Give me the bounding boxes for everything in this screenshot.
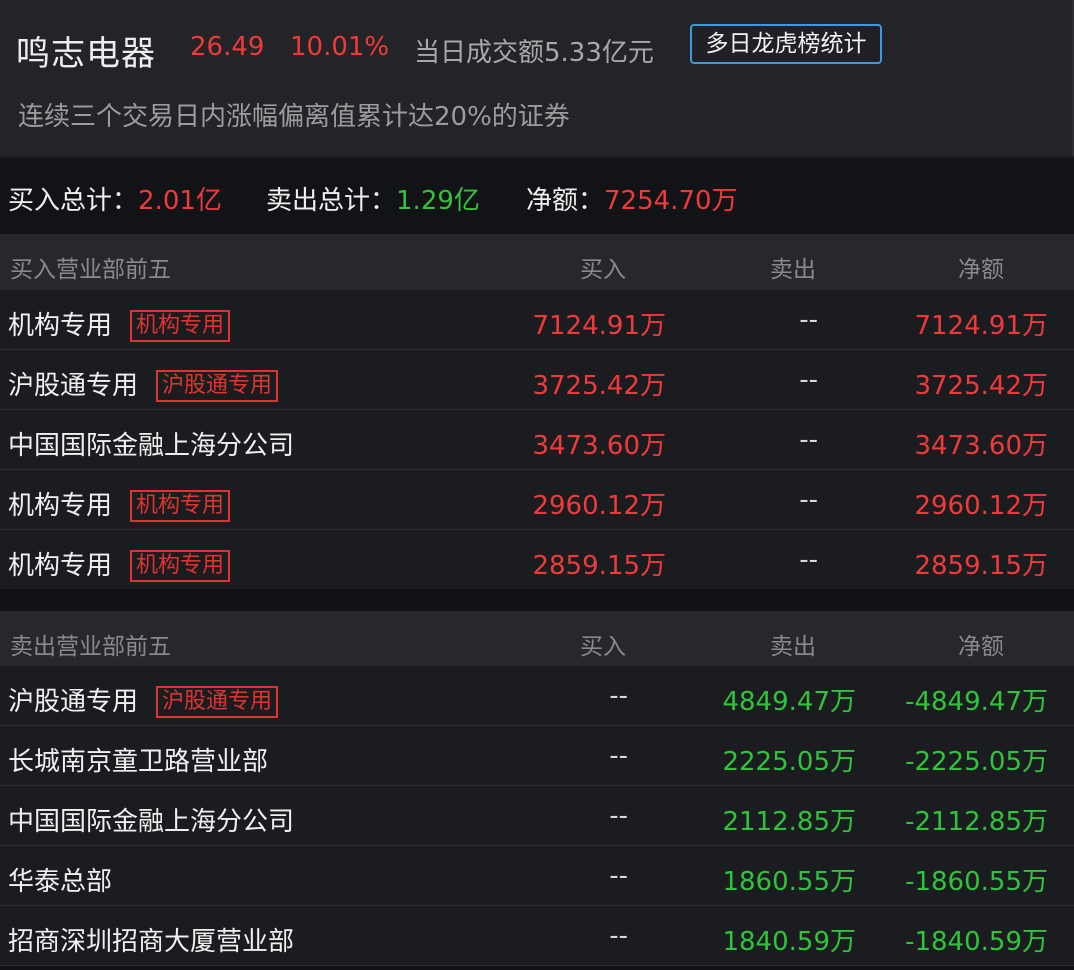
bottom-edge [0, 966, 1074, 970]
cell-sell: 2225.05万 [722, 747, 856, 777]
col-header-sell: 卖出 [770, 257, 816, 283]
broker-tag-badge: 沪股通专用 [156, 370, 279, 402]
broker-name: 招商深圳招商大厦营业部 [8, 921, 294, 958]
table-row[interactable]: 招商深圳招商大厦营业部 -- 1840.59万 -1840.59万 [0, 906, 1074, 966]
table-row[interactable]: 长城南京童卫路营业部 -- 2225.05万 -2225.05万 [0, 726, 1074, 786]
table-row[interactable]: 沪股通专用 沪股通专用 3725.42万 -- 3725.42万 [0, 350, 1074, 410]
col-header-net: 净额 [958, 634, 1004, 660]
sell-section-title: 卖出营业部前五 [10, 634, 171, 660]
cell-net: -1840.59万 [905, 927, 1048, 957]
broker-name-text: 中国国际金融上海分公司 [8, 431, 295, 461]
cell-buy: 3473.60万 [532, 431, 666, 461]
cell-sell: 1840.59万 [722, 927, 856, 957]
cell-buy: -- [609, 921, 628, 951]
broker-name: 机构专用 机构专用 [8, 485, 231, 522]
broker-name-text: 机构专用 [8, 311, 113, 341]
col-header-buy: 买入 [580, 257, 626, 283]
cell-sell: -- [799, 485, 818, 515]
cell-buy: -- [609, 861, 628, 891]
buy-total-label: 买入总计： [8, 186, 139, 216]
sell-total-label: 卖出总计： [266, 186, 397, 216]
cell-net: -1860.55万 [905, 867, 1048, 897]
sell-total-value: 1.29亿 [396, 186, 480, 216]
cell-net: 2960.12万 [914, 491, 1048, 521]
net-total-value: 7254.70万 [604, 186, 738, 216]
listing-reason: 连续三个交易日内涨幅偏离值累计达20%的证券 [18, 102, 570, 132]
cell-buy: -- [609, 681, 628, 711]
buy-section-header: 买入营业部前五 买入 卖出 净额 [0, 234, 1074, 290]
table-row[interactable]: 机构专用 机构专用 2859.15万 -- 2859.15万 [0, 530, 1074, 590]
buy-total-value: 2.01亿 [138, 186, 222, 216]
col-header-net: 净额 [958, 257, 1004, 283]
broker-tag-badge: 机构专用 [130, 490, 231, 522]
broker-name-text: 中国国际金融上海分公司 [8, 807, 295, 837]
cell-buy: 2859.15万 [532, 551, 666, 581]
broker-name-text: 机构专用 [8, 491, 113, 521]
summary-bar: 买入总计：2.01亿 卖出总计：1.29亿 净额：7254.70万 [0, 158, 1074, 234]
broker-tag-badge: 机构专用 [130, 310, 231, 342]
cell-net: -4849.47万 [905, 687, 1048, 717]
broker-name-text: 华泰总部 [8, 867, 113, 897]
broker-name: 机构专用 机构专用 [8, 305, 231, 342]
cell-net: 7124.91万 [914, 311, 1048, 341]
broker-name-text: 沪股通专用 [8, 687, 139, 717]
sell-total: 卖出总计：1.29亿 [266, 180, 480, 217]
cell-sell: -- [799, 425, 818, 455]
cell-buy: 2960.12万 [532, 491, 666, 521]
cell-buy: -- [609, 741, 628, 771]
table-row[interactable]: 中国国际金融上海分公司 -- 2112.85万 -2112.85万 [0, 786, 1074, 846]
table-row[interactable]: 华泰总部 -- 1860.55万 -1860.55万 [0, 846, 1074, 906]
cell-sell: 4849.47万 [722, 687, 856, 717]
broker-name-text: 机构专用 [8, 551, 113, 581]
change-percent: 10.01% [290, 32, 390, 62]
cell-net: 2859.15万 [914, 551, 1048, 581]
broker-name: 中国国际金融上海分公司 [8, 801, 294, 838]
stock-name: 鸣志电器 [16, 34, 156, 74]
cell-sell: 2112.85万 [722, 807, 856, 837]
broker-name: 沪股通专用 沪股通专用 [8, 365, 279, 402]
net-total: 净额：7254.70万 [526, 180, 738, 217]
buy-total: 买入总计：2.01亿 [8, 180, 222, 217]
stock-price: 26.49 [190, 32, 265, 62]
broker-name: 沪股通专用 沪股通专用 [8, 681, 279, 718]
broker-name-text: 招商深圳招商大厦营业部 [8, 927, 295, 957]
broker-name-text: 沪股通专用 [8, 371, 139, 401]
net-total-label: 净额： [526, 186, 605, 216]
broker-name: 机构专用 机构专用 [8, 545, 231, 582]
broker-name: 长城南京童卫路营业部 [8, 741, 268, 778]
section-divider [0, 589, 1074, 611]
broker-tag-badge: 机构专用 [130, 550, 231, 582]
table-row[interactable]: 沪股通专用 沪股通专用 -- 4849.47万 -4849.47万 [0, 666, 1074, 726]
table-row[interactable]: 机构专用 机构专用 7124.91万 -- 7124.91万 [0, 290, 1074, 350]
sell-section-header: 卖出营业部前五 买入 卖出 净额 [0, 611, 1074, 667]
cell-net: 3725.42万 [914, 371, 1048, 401]
table-row[interactable]: 中国国际金融上海分公司 3473.60万 -- 3473.60万 [0, 410, 1074, 470]
cell-net: -2112.85万 [905, 807, 1048, 837]
cell-sell: -- [799, 545, 818, 575]
cell-buy: 3725.42万 [532, 371, 666, 401]
broker-name-text: 长城南京童卫路营业部 [8, 747, 269, 777]
col-header-buy: 买入 [580, 634, 626, 660]
cell-sell: -- [799, 305, 818, 335]
broker-name: 华泰总部 [8, 861, 112, 898]
cell-net: 3473.60万 [914, 431, 1048, 461]
cell-sell: 1860.55万 [722, 867, 856, 897]
broker-name: 中国国际金融上海分公司 [8, 425, 294, 462]
broker-tag-badge: 沪股通专用 [156, 686, 279, 718]
col-header-sell: 卖出 [770, 634, 816, 660]
table-row[interactable]: 机构专用 机构专用 2960.12万 -- 2960.12万 [0, 470, 1074, 530]
stock-header: 鸣志电器 26.49 10.01% 当日成交额5.33亿元 多日龙虎榜统计 连续… [0, 0, 1074, 156]
multi-day-stats-button[interactable]: 多日龙虎榜统计 [690, 24, 882, 64]
cell-sell: -- [799, 365, 818, 395]
cell-net: -2225.05万 [905, 747, 1048, 777]
daily-turnover: 当日成交额5.33亿元 [414, 38, 654, 68]
cell-buy: -- [609, 801, 628, 831]
buy-section-title: 买入营业部前五 [10, 257, 171, 283]
cell-buy: 7124.91万 [532, 311, 666, 341]
